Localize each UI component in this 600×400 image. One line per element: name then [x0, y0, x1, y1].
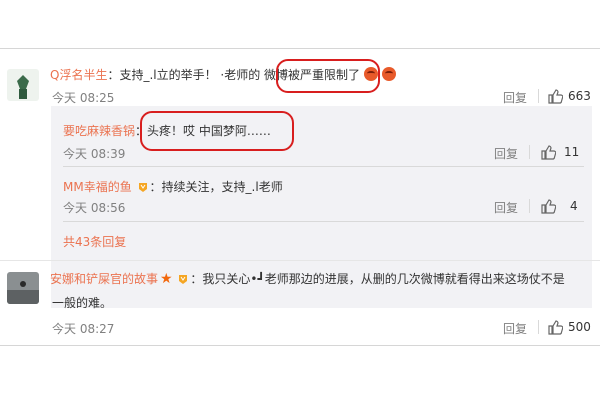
- avatar[interactable]: [7, 69, 39, 101]
- more-replies-link[interactable]: 共43条回复: [63, 233, 126, 250]
- comment-panel: Q浮名半生：支持_.l立的举手！ ·老师的 微博被严重限制了 今天 08:25 …: [0, 48, 600, 346]
- divider: [63, 221, 584, 222]
- star-icon: ★: [160, 271, 173, 287]
- like-count: 4: [570, 199, 578, 213]
- like-count: 11: [564, 145, 580, 159]
- angry-emoji-icon: [381, 67, 396, 81]
- like-count: 663: [568, 89, 591, 103]
- comment-time: 今天 08:25: [52, 91, 115, 105]
- reply-time: 今天 08:39: [63, 147, 126, 161]
- reply-username[interactable]: MM幸福的鱼: [63, 180, 132, 194]
- vip-badge-icon: [179, 275, 188, 284]
- divider: [63, 166, 584, 167]
- comment-username[interactable]: Q浮名半生: [50, 68, 107, 82]
- reply-text: ：持续关注，支持_.l老师: [149, 180, 283, 194]
- comment-text: 一般的难。: [52, 296, 113, 310]
- comment-time: 今天 08:27: [52, 322, 115, 336]
- thumbs-up-icon[interactable]: [540, 144, 556, 160]
- thumbs-up-icon[interactable]: [540, 198, 556, 214]
- reply-button[interactable]: 回复: [503, 320, 527, 337]
- reply-button[interactable]: 回复: [494, 199, 518, 216]
- reply-text-row: MM幸福的鱼 ：持续关注，支持_.l老师: [63, 179, 283, 195]
- vip-badge-icon: [138, 183, 147, 192]
- comment-text: ：我只关心•┛老师那边的进展，从删的几次微博就看得出来这场仗不是: [190, 272, 565, 286]
- like-count: 500: [568, 320, 591, 334]
- divider: [538, 89, 539, 103]
- reply-button[interactable]: 回复: [503, 89, 527, 106]
- divider: [0, 260, 600, 261]
- highlight-box: [276, 59, 380, 93]
- reply-username[interactable]: 要吃麻辣香锅: [63, 124, 135, 138]
- comment-text-row: 安娜和铲屎官的故事 ★ ：我只关心•┛老师那边的进展，从删的几次微博就看得出来这场…: [50, 271, 565, 287]
- highlight-box: [140, 111, 294, 151]
- thumbs-up-icon[interactable]: [547, 319, 563, 335]
- divider: [529, 145, 530, 159]
- divider: [538, 320, 539, 334]
- comment-username[interactable]: 安娜和铲屎官的故事: [50, 272, 158, 286]
- avatar[interactable]: [7, 272, 39, 304]
- divider: [529, 199, 530, 213]
- reply-time: 今天 08:56: [63, 201, 126, 215]
- thumbs-up-icon[interactable]: [547, 88, 563, 104]
- reply-button[interactable]: 回复: [494, 145, 518, 162]
